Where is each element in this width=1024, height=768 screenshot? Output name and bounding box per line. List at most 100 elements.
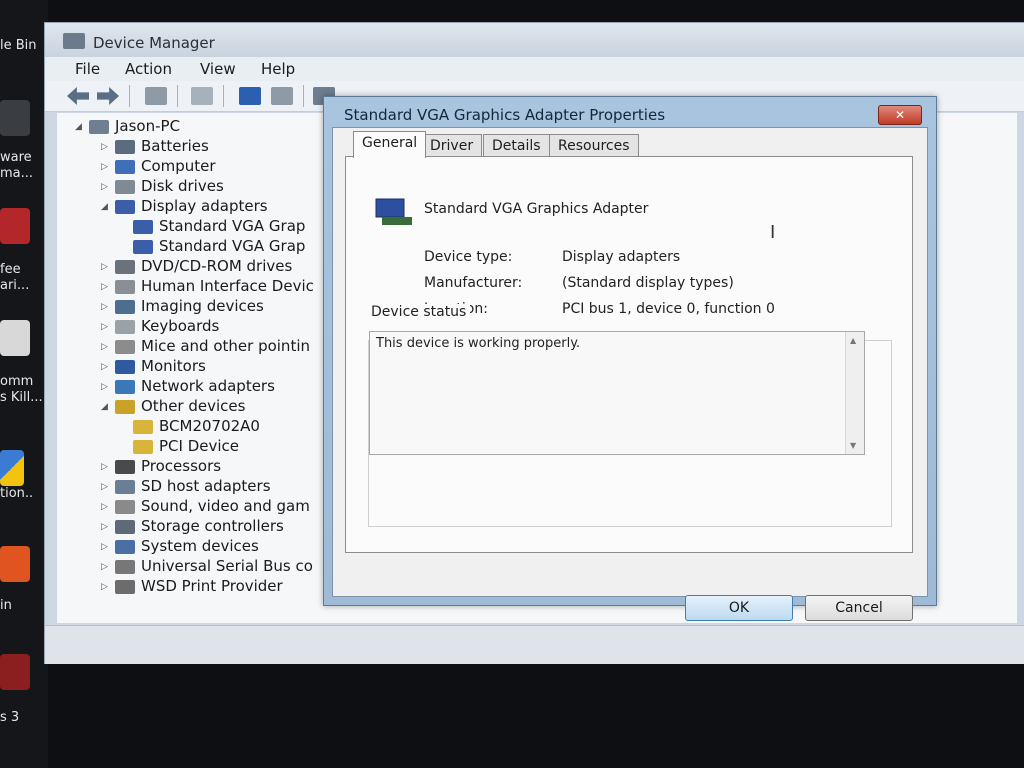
device-category-icon [115,199,135,214]
ok-button[interactable]: OK [685,595,793,621]
expand-triangle-icon[interactable]: ▷ [101,362,111,372]
menu-action[interactable]: Action [125,60,172,78]
status-scrollbar[interactable]: ▲ ▼ [845,332,864,454]
cancel-button[interactable]: Cancel [805,595,913,621]
tab-general[interactable]: General [353,131,427,158]
device-category-icon [115,339,135,354]
tree-category[interactable]: ▷ WSD Print Provider [101,577,283,597]
tab-driver[interactable]: Driver [421,134,483,157]
app-icon[interactable] [0,546,30,582]
expand-triangle-icon[interactable]: ▷ [101,262,111,272]
device-category-icon [115,459,135,474]
tree-category-label: WSD Print Provider [141,577,283,595]
desktop-label: omm [0,374,34,389]
window-title: Device Manager [93,34,215,52]
tree-category-label: Storage controllers [141,517,284,535]
computer-icon[interactable] [191,87,213,105]
tab-details[interactable]: Details [483,134,550,157]
menu-bar: File Action View Help [45,57,1024,81]
close-button[interactable]: ✕ [878,105,922,125]
expand-triangle-icon[interactable]: ▷ [101,182,111,192]
tree-category[interactable]: ▷ System devices [101,537,259,557]
desktop-label: tion.. [0,486,34,501]
tree-category-label: DVD/CD-ROM drives [141,257,293,275]
tree-category[interactable]: ▷ Keyboards [101,317,219,337]
tree-device-label: Standard VGA Grap [159,237,306,255]
properties-icon[interactable] [145,87,167,105]
device-name: Standard VGA Graphics Adapter [424,201,649,217]
tree-category[interactable]: ▷ Computer [101,157,216,177]
field-value: (Standard display types) [562,275,734,291]
tree-category[interactable]: ▷ Batteries [101,137,209,157]
tree-category[interactable]: ▷ DVD/CD-ROM drives [101,257,292,277]
collapse-triangle-icon[interactable]: ◢ [101,402,111,412]
tree-category[interactable]: ▷ Monitors [101,357,206,377]
console-icon[interactable] [271,87,293,105]
expand-triangle-icon[interactable]: ▷ [101,282,111,292]
collapse-triangle-icon[interactable]: ◢ [75,122,85,132]
shield-icon[interactable] [0,450,24,486]
display-adapter-icon [375,198,412,225]
tree-category[interactable]: ◢ Other devices [101,397,245,417]
device-category-icon [115,139,135,154]
tree-category[interactable]: ▷ Processors [101,457,221,477]
device-category-icon [115,579,135,594]
menu-file[interactable]: File [75,60,100,78]
expand-triangle-icon[interactable]: ▷ [101,502,111,512]
toolbar-separator [129,85,130,107]
device-category-icon [115,299,135,314]
expand-triangle-icon[interactable]: ▷ [101,482,111,492]
desktop-label: s 3 [0,710,20,725]
device-status-textbox[interactable]: This device is working properly. ▲ ▼ [369,331,865,455]
tree-category[interactable]: ▷ Imaging devices [101,297,264,317]
forward-arrow-icon[interactable] [97,87,119,105]
tree-category[interactable]: ▷ Universal Serial Bus co [101,557,313,577]
tree-category[interactable]: ▷ Human Interface Devic [101,277,314,297]
dialog-body: General Driver Details Resources Standar… [332,127,928,621]
expand-triangle-icon[interactable]: ▷ [101,142,111,152]
expand-triangle-icon[interactable]: ▷ [101,462,111,472]
tree-device[interactable]: Standard VGA Grap [129,237,305,257]
tree-category-label: Disk drives [141,177,224,195]
expand-triangle-icon[interactable]: ▷ [101,162,111,172]
tree-category[interactable]: ▷ Storage controllers [101,517,284,537]
warning-device-icon [133,439,153,454]
app-icon[interactable] [0,320,30,356]
desktop-icon-strip: le Bin ware ma... fee ari... omm s Kill.… [0,0,48,768]
scroll-up-icon[interactable]: ▲ [850,336,856,345]
tree-category[interactable]: ▷ Sound, video and gam [101,497,310,517]
device-category-icon [115,319,135,334]
tree-root[interactable]: ◢ Jason-PC [75,117,180,137]
expand-triangle-icon[interactable]: ▷ [101,562,111,572]
expand-triangle-icon[interactable]: ▷ [101,382,111,392]
tree-category[interactable]: ◢ Display adapters [101,197,268,217]
tree-category[interactable]: ▷ Disk drives [101,177,224,197]
expand-triangle-icon[interactable]: ▷ [101,322,111,332]
expand-triangle-icon[interactable]: ▷ [101,302,111,312]
tree-device[interactable]: BCM20702A0 [129,417,260,437]
back-arrow-icon[interactable] [67,87,89,105]
scroll-down-icon[interactable]: ▼ [850,441,856,450]
tab-resources[interactable]: Resources [549,134,639,157]
expand-triangle-icon[interactable]: ▷ [101,342,111,352]
field-value: Display adapters [562,249,681,265]
expand-triangle-icon[interactable]: ▷ [101,542,111,552]
tree-device[interactable]: Standard VGA Grap [129,217,305,237]
tree-category[interactable]: ▷ Mice and other pointin [101,337,310,357]
mcafee-icon[interactable] [0,208,30,244]
menu-help[interactable]: Help [261,60,295,78]
tree-category-label: Sound, video and gam [141,497,310,515]
collapse-triangle-icon[interactable]: ◢ [101,202,111,212]
text-cursor-icon: I [770,222,776,243]
device-category-icon [115,539,135,554]
app-icon[interactable] [0,100,30,136]
game-icon[interactable] [0,654,30,690]
tree-category[interactable]: ▷ SD host adapters [101,477,271,497]
title-bar[interactable]: Device Manager [45,23,1024,57]
tree-category[interactable]: ▷ Network adapters [101,377,275,397]
help-icon[interactable] [239,87,261,105]
menu-view[interactable]: View [200,60,236,78]
expand-triangle-icon[interactable]: ▷ [101,522,111,532]
tree-device[interactable]: PCI Device [129,437,239,457]
expand-triangle-icon[interactable]: ▷ [101,582,111,592]
